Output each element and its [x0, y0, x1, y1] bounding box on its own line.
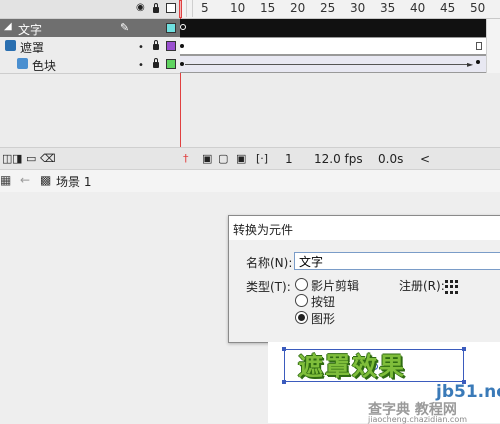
keyframe-dot[interactable] [476, 60, 480, 64]
mask-layer-icon [5, 40, 16, 51]
layer-name: 遮罩 [20, 41, 45, 55]
lock-icon[interactable] [153, 58, 159, 68]
layer-frames-text[interactable] [180, 19, 486, 37]
ruler-label: 10 [230, 1, 246, 15]
type-label: 类型(T): [246, 280, 291, 294]
new-layer-icon[interactable]: ◫ [2, 152, 12, 165]
ruler-label: 20 [290, 1, 306, 15]
name-label: 名称(N): [246, 256, 293, 270]
elapsed-time: 0.0s [378, 152, 404, 166]
onion-outline-icon[interactable]: ▢ [218, 152, 228, 165]
new-folder-icon[interactable]: ◨ [12, 152, 22, 165]
folder-icon[interactable]: ▭ [26, 152, 36, 165]
tween-arrow-line [185, 64, 470, 65]
timeline-scrollbar[interactable] [486, 19, 500, 73]
tween-arrow-head: ► [467, 60, 474, 69]
outline-all-icon[interactable] [166, 3, 176, 13]
back-arrow-icon[interactable]: ← [20, 173, 30, 187]
ruler-label: 40 [410, 1, 426, 15]
layer-color-swatch[interactable] [166, 59, 176, 69]
visible-dot[interactable]: • [138, 42, 144, 53]
ruler-label: 45 [440, 1, 456, 15]
keyframe-dot[interactable] [180, 62, 184, 66]
layers-header: ◉ [0, 0, 180, 19]
current-frame: 1 [285, 152, 293, 166]
visible-dot[interactable]: • [138, 60, 144, 71]
layer-name: 文字 [18, 23, 43, 37]
convert-to-symbol-dialog: 转换为元件 名称(N): 类型(T): 影片剪辑 按钮 图形 注册(R): [228, 215, 500, 343]
center-frame-icon[interactable]: † [183, 152, 189, 165]
pencil-icon: ✎ [120, 21, 130, 34]
scene-icon: ▩ [40, 173, 52, 187]
layer-frames-color-block[interactable]: ► [180, 55, 486, 73]
end-frame-marker [476, 42, 482, 50]
ruler-label: 50 [470, 1, 486, 15]
edit-multiple-frames-icon[interactable]: ▣ [236, 152, 246, 165]
onion-markers-icon[interactable]: [·] [256, 152, 268, 165]
radio-movie-clip[interactable] [295, 278, 308, 291]
registration-label: 注册(R): [399, 279, 445, 293]
layer-frames-mask[interactable] [180, 37, 486, 55]
playhead[interactable] [179, 0, 182, 18]
eye-icon[interactable]: ◉ [136, 2, 145, 13]
layer-row-mask[interactable]: 遮罩 • [0, 37, 180, 56]
keyframe-dot[interactable] [180, 44, 184, 48]
stage-preview: 遮罩效果 jb51.net 查字典 教程网 jiaocheng.chazidia… [268, 342, 500, 424]
timeline-panel: ◉ 5 10 15 20 25 30 35 40 45 50 ◢ 文字 ✎ 遮罩… [0, 0, 500, 169]
lock-all-icon[interactable] [153, 3, 159, 13]
layer-row-color-block[interactable]: 色块 • [0, 55, 180, 74]
selection-handle[interactable] [282, 380, 286, 384]
dialog-titlebar[interactable]: 转换为元件 [229, 216, 500, 240]
radio-button[interactable] [295, 294, 308, 307]
radio-graphic[interactable] [295, 311, 308, 324]
scene-label[interactable]: 场景 1 [56, 173, 91, 190]
lock-icon[interactable] [153, 40, 159, 50]
registration-grid-icon[interactable] [445, 280, 459, 294]
option-movie-clip[interactable]: 影片剪辑 [311, 277, 359, 294]
ruler-label: 35 [380, 1, 396, 15]
timeline-bottom-bar: ◫ ◨ ▭ ⌫ † ▣ ▢ ▣ [·] 1 12.0 fps 0.0s < [0, 147, 500, 169]
masked-layer-icon [17, 58, 28, 69]
symbol-name-input[interactable] [294, 252, 500, 270]
ruler-label: 15 [260, 1, 276, 15]
dialog-title: 转换为元件 [233, 223, 294, 237]
layer-color-swatch[interactable] [166, 41, 176, 51]
onion-skin-icon[interactable]: ▣ [202, 152, 212, 165]
scroll-left-icon[interactable]: < [420, 152, 430, 166]
ruler-label: 25 [320, 1, 336, 15]
layer-row-text[interactable]: ◢ 文字 ✎ [0, 19, 180, 38]
back-icon[interactable]: ▦ [0, 173, 11, 187]
selection-handle[interactable] [462, 347, 466, 351]
layer-icon: ◢ [4, 21, 12, 32]
selection-handle[interactable] [282, 347, 286, 351]
ruler-label: 30 [350, 1, 366, 15]
option-button[interactable]: 按钮 [311, 293, 335, 310]
edit-bar: ▦ ← ▩ 场景 1 [0, 169, 500, 193]
empty-keyframe-icon[interactable] [180, 24, 186, 30]
delete-icon[interactable]: ⌫ [40, 152, 56, 165]
mask-effect-text: 遮罩效果 [298, 352, 407, 381]
frame-rate[interactable]: 12.0 fps [314, 152, 363, 166]
frame-ruler[interactable]: 5 10 15 20 25 30 35 40 45 50 [180, 0, 500, 19]
ruler-label: 5 [201, 1, 209, 15]
layer-color-swatch[interactable] [166, 23, 176, 33]
option-graphic[interactable]: 图形 [311, 310, 335, 327]
layer-name: 色块 [32, 59, 57, 73]
